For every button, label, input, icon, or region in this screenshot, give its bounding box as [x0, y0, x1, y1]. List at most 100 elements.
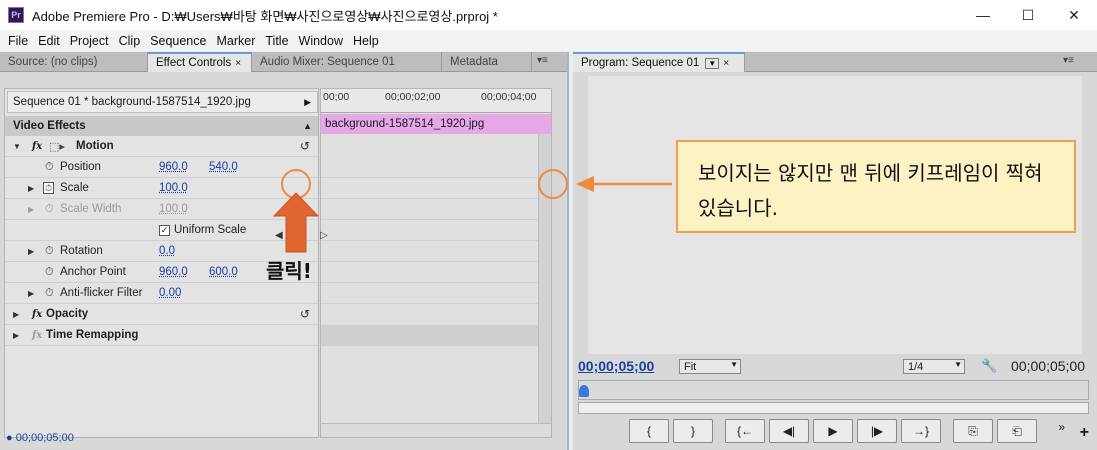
- keyframe-row: [321, 199, 551, 220]
- anchor-point-label: Anchor Point: [60, 266, 126, 278]
- highlight-circle-keyframe: [281, 169, 311, 199]
- motion-transform-icon[interactable]: ⬚▸: [49, 140, 65, 153]
- wrench-settings-icon[interactable]: 🔧: [981, 358, 997, 374]
- tab-source[interactable]: Source: (no clips): [0, 52, 148, 72]
- menu-edit[interactable]: Edit: [33, 34, 65, 48]
- step-forward-button[interactable]: |▶: [857, 419, 897, 443]
- playhead-handle[interactable]: [579, 385, 589, 397]
- status-timecode[interactable]: ● 00;00;05;00: [6, 432, 74, 444]
- position-x-value[interactable]: 960.0: [159, 161, 188, 173]
- stopwatch-active-icon[interactable]: ⏱: [43, 182, 55, 194]
- horizontal-scrollbar[interactable]: [321, 423, 551, 437]
- menu-title[interactable]: Title: [260, 34, 293, 48]
- motion-row[interactable]: ▼ fx ⬚▸ Motion ↺: [5, 136, 318, 157]
- more-controls-icon[interactable]: »: [1058, 420, 1065, 434]
- chevron-down-icon: ▼: [954, 360, 962, 369]
- step-back-button[interactable]: ◀|: [769, 419, 809, 443]
- highlight-circle-end: [538, 169, 568, 199]
- left-tab-bar: Source: (no clips) Effect Controls × Audi…: [0, 52, 567, 72]
- scale-width-label: Scale Width: [60, 203, 122, 215]
- opacity-label: Opacity: [46, 308, 89, 320]
- menu-bar: File Edit Project Clip Sequence Marker T…: [0, 30, 1097, 51]
- antiflicker-value[interactable]: 0.00: [159, 287, 181, 299]
- position-y-value[interactable]: 540.0: [209, 161, 238, 173]
- stopwatch-icon[interactable]: ⏱: [45, 287, 54, 300]
- menu-file[interactable]: File: [3, 34, 33, 48]
- fx-icon[interactable]: fx: [32, 309, 42, 320]
- motion-label: Motion: [76, 140, 114, 152]
- anchor-x-value[interactable]: 960.0: [159, 266, 188, 278]
- keyframe-row: [321, 157, 551, 178]
- minimize-button[interactable]: —: [960, 0, 1006, 30]
- menu-marker[interactable]: Marker: [211, 34, 260, 48]
- status-timecode-value[interactable]: 00;00;05;00: [16, 432, 74, 444]
- resolution-dropdown[interactable]: 1/4 ▼: [903, 359, 965, 374]
- stopwatch-icon[interactable]: ⏱: [45, 266, 54, 279]
- keyframe-row: [321, 241, 551, 262]
- expand-down-icon[interactable]: ▼: [13, 142, 21, 151]
- reset-icon[interactable]: ↺: [300, 307, 310, 321]
- clip-bar[interactable]: background-1587514_1920.jpg: [321, 114, 551, 134]
- zoom-scrollbar[interactable]: [578, 402, 1089, 414]
- tab-close-icon[interactable]: ×: [723, 58, 729, 69]
- uniform-scale-checkbox[interactable]: ✓: [159, 224, 170, 236]
- mark-in-button[interactable]: {: [629, 419, 669, 443]
- collapse-up-icon[interactable]: ▲: [303, 121, 312, 131]
- tab-audio-mixer[interactable]: Audio Mixer: Sequence 01: [252, 52, 442, 72]
- menu-project[interactable]: Project: [65, 34, 114, 48]
- next-keyframe-icon[interactable]: ▷: [320, 230, 328, 241]
- fit-dropdown[interactable]: Fit ▼: [679, 359, 741, 374]
- time-scrubber[interactable]: [578, 380, 1089, 400]
- fit-dropdown-value: Fit: [684, 360, 697, 373]
- time-remapping-row[interactable]: ▶ fx Time Remapping: [5, 325, 318, 346]
- menu-window[interactable]: Window: [294, 34, 348, 48]
- play-button[interactable]: ▶: [813, 419, 853, 443]
- dropdown-icon[interactable]: ▼: [705, 57, 720, 69]
- prev-keyframe-icon[interactable]: ◀: [275, 230, 283, 241]
- scale-value[interactable]: 100.0: [159, 182, 188, 194]
- transport-controls: { } {← ◀| ▶ |▶ →} ⎘ ⎗: [629, 419, 1041, 443]
- expand-right-icon[interactable]: ▶: [13, 310, 19, 319]
- window-title: Adobe Premiere Pro - D:₩Users₩바탕 화면₩사진으로…: [32, 8, 498, 24]
- add-button-icon[interactable]: +: [1080, 424, 1089, 442]
- duration-timecode: 00;00;05;00: [1011, 358, 1085, 374]
- ruler-tick: 00;00: [323, 91, 350, 103]
- panel-menu-icon[interactable]: ▾≡: [1063, 55, 1074, 66]
- ruler-tick: 00;00;04;00: [481, 91, 537, 103]
- menu-help[interactable]: Help: [348, 34, 384, 48]
- close-window-button[interactable]: ✕: [1051, 0, 1097, 30]
- tab-program[interactable]: Program: Sequence 01 ▼ ×: [573, 52, 745, 72]
- maximize-button[interactable]: ☐: [1005, 0, 1051, 30]
- expand-right-icon[interactable]: ▶: [28, 289, 34, 298]
- tab-metadata[interactable]: Metadata: [442, 52, 532, 72]
- lift-button[interactable]: ⎘: [953, 419, 993, 443]
- expand-right-icon[interactable]: ▶: [28, 247, 34, 256]
- effect-keyframe-timeline: 00;00 00;00;02;00 00;00;04;00 background…: [320, 88, 552, 438]
- expand-right-icon[interactable]: ▶: [28, 184, 34, 193]
- video-effects-header: Video Effects ▲: [5, 116, 318, 136]
- go-to-in-button[interactable]: {←: [725, 419, 765, 443]
- play-clip-icon[interactable]: ▶: [304, 97, 311, 108]
- reset-icon[interactable]: ↺: [300, 139, 310, 153]
- expand-right-icon[interactable]: ▶: [13, 331, 19, 340]
- mark-out-button[interactable]: }: [673, 419, 713, 443]
- panel-menu-icon[interactable]: ▾≡: [537, 55, 548, 66]
- go-to-out-button[interactable]: →}: [901, 419, 941, 443]
- anchor-y-value[interactable]: 600.0: [209, 266, 238, 278]
- extract-button[interactable]: ⎗: [997, 419, 1037, 443]
- tab-close-icon[interactable]: ×: [235, 58, 241, 69]
- menu-clip[interactable]: Clip: [114, 34, 146, 48]
- add-keyframe-button[interactable]: [288, 229, 302, 243]
- stopwatch-icon[interactable]: ⏱: [45, 245, 54, 258]
- tab-effect-controls[interactable]: Effect Controls ×: [148, 52, 252, 72]
- tab-effect-controls-label: Effect Controls: [156, 57, 232, 69]
- menu-sequence[interactable]: Sequence: [145, 34, 211, 48]
- fx-icon[interactable]: fx: [32, 141, 42, 152]
- time-ruler[interactable]: 00;00 00;00;02;00 00;00;04;00: [321, 89, 551, 113]
- title-bar: Pr Adobe Premiere Pro - D:₩Users₩바탕 화면₩사…: [0, 0, 1097, 30]
- stopwatch-icon[interactable]: ⏱: [45, 161, 54, 174]
- chevron-down-icon: ▼: [730, 360, 738, 369]
- opacity-row[interactable]: ▶ fx Opacity ↺: [5, 304, 318, 325]
- rotation-value[interactable]: 0.0: [159, 245, 175, 257]
- current-timecode[interactable]: 00;00;05;00: [578, 358, 654, 374]
